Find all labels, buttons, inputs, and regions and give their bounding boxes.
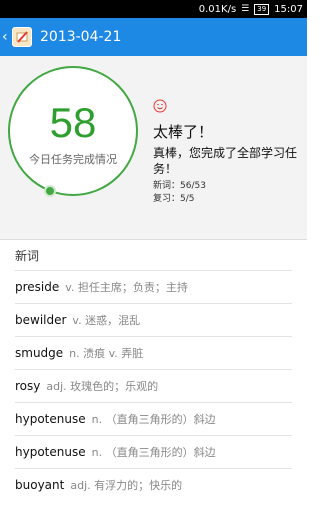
list-item[interactable]: rosy adj. 玫瑰色的；乐观的 <box>15 369 292 402</box>
score-caption: 今日任务完成情况 <box>29 153 117 166</box>
network-speed: 0.01K/s <box>198 3 237 15</box>
list-item[interactable]: bewilder v. 迷惑，混乱 <box>15 303 292 336</box>
new-words-stat: 新词：56/53 <box>153 181 206 191</box>
review-stat: 复习：5/5 <box>153 194 195 204</box>
result-message: 真棒，您完成了全部学习任务！ <box>153 146 298 176</box>
battery-icon: 39 <box>254 3 270 15</box>
result-panel: 太棒了！ 真棒，您完成了全部学习任务！ 新词：56/53 复习：5/5 <box>153 98 301 205</box>
page-title: 2013-04-21 <box>40 29 122 45</box>
status-bar: 0.01K/s ☰ 39 15:07 <box>0 0 307 18</box>
list-item[interactable]: hypotenuse n. （直角三角形的）斜边 <box>15 435 292 468</box>
score-value: 58 <box>49 99 97 146</box>
daily-summary: 58 今日任务完成情况 太棒了！ 真棒，您完成了全部学习任务！ 新词：56/53… <box>0 56 307 239</box>
section-title: 新词 <box>0 240 307 270</box>
word-text: smudge <box>15 346 64 360</box>
app-bar: ‹ 2013-04-21 <box>0 18 307 56</box>
word-list: preside v. 担任主席；负责；主持 bewilder v. 迷惑，混乱 sm… <box>0 270 307 501</box>
word-definition: n. 渍痕 v. 弄脏 <box>69 347 144 360</box>
progress-ring: 58 今日任务完成情况 <box>7 65 139 197</box>
word-definition: adj. 玫瑰色的；乐观的 <box>46 380 159 393</box>
app-logo-icon[interactable] <box>12 27 32 47</box>
word-definition: v. 迷惑，混乱 <box>72 314 141 327</box>
word-text: hypotenuse <box>15 412 86 426</box>
word-definition: n. （直角三角形的）斜边 <box>91 413 216 426</box>
word-definition: n. （直角三角形的）斜边 <box>91 446 216 459</box>
word-text: rosy <box>15 379 41 393</box>
list-item[interactable]: hypotenuse n. （直角三角形的）斜边 <box>15 402 292 435</box>
word-definition: adj. 有浮力的；快乐的 <box>70 479 183 492</box>
list-item[interactable]: preside v. 担任主席；负责；主持 <box>15 270 292 303</box>
list-item[interactable]: smudge n. 渍痕 v. 弄脏 <box>15 336 292 369</box>
clock: 15:07 <box>274 3 303 15</box>
word-text: buoyant <box>15 478 65 492</box>
word-definition: v. 担任主席；负责；主持 <box>65 281 188 294</box>
word-text: bewilder <box>15 313 67 327</box>
progress-knob <box>44 185 56 197</box>
wifi-icon: ☰ <box>241 4 250 14</box>
result-headline: 太棒了！ <box>153 123 214 141</box>
smile-icon <box>153 99 167 113</box>
list-item[interactable]: buoyant adj. 有浮力的；快乐的 <box>15 468 292 501</box>
word-text: hypotenuse <box>15 445 86 459</box>
word-text: preside <box>15 280 60 294</box>
back-chevron-icon[interactable]: ‹ <box>2 29 12 45</box>
